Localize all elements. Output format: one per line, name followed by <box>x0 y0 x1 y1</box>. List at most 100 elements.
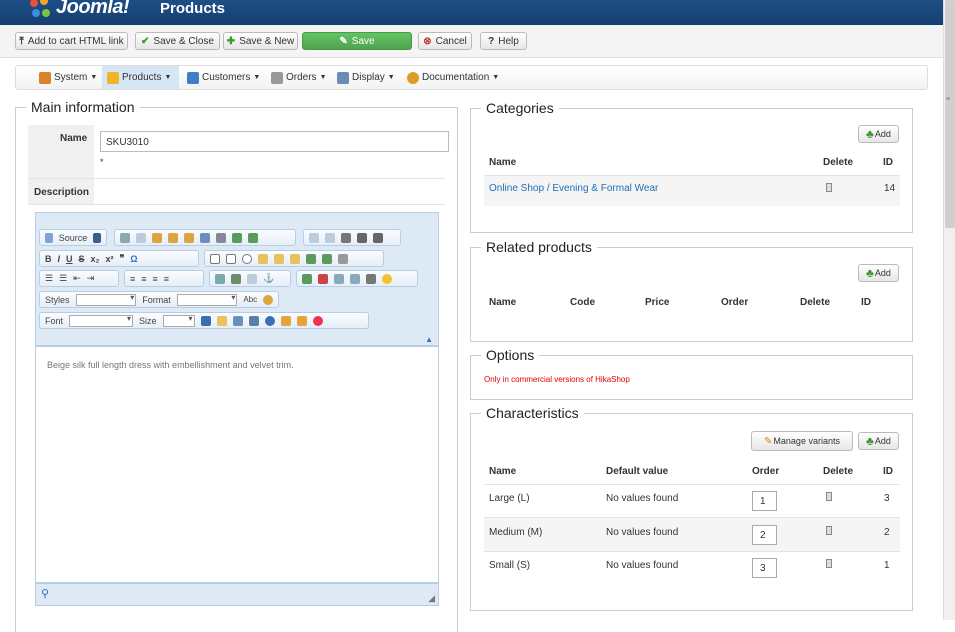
spellcheck-icon[interactable] <box>232 232 242 243</box>
pagebreak-icon[interactable] <box>296 315 307 326</box>
flash-icon[interactable] <box>318 273 328 284</box>
cut-icon[interactable] <box>120 232 130 243</box>
magnifier-icon[interactable]: ⚲ <box>41 587 49 600</box>
format-select[interactable] <box>176 293 238 306</box>
font-select[interactable] <box>69 314 134 327</box>
save-button[interactable]: ✎ Save <box>302 32 412 50</box>
save-new-button[interactable]: ✚ Save & New <box>223 32 298 50</box>
align-center-icon[interactable]: ≡ <box>141 274 146 284</box>
manage-variants-button[interactable]: ✎ Manage variants <box>751 431 853 451</box>
iframe-icon[interactable] <box>350 273 360 284</box>
align-right-icon[interactable]: ≡ <box>153 274 158 284</box>
delete-icon[interactable] <box>826 559 832 568</box>
checkbox-icon[interactable] <box>226 253 236 264</box>
characteristic-order-input[interactable]: 1 <box>752 491 777 511</box>
paste-icon[interactable] <box>152 232 162 243</box>
color-wheel-icon[interactable] <box>312 315 323 326</box>
styles-label: Styles <box>45 294 70 305</box>
styles-select[interactable] <box>75 293 137 306</box>
collapse-toolbar-icon[interactable]: ▲ <box>425 335 433 344</box>
maximize-icon[interactable] <box>232 315 243 326</box>
quote-icon[interactable]: ❞ <box>120 253 125 264</box>
related-add-button[interactable]: ♣ Add <box>858 264 899 282</box>
italic-icon[interactable]: I <box>58 254 61 264</box>
delete-icon[interactable] <box>826 183 832 192</box>
undo-icon[interactable] <box>309 232 319 243</box>
help-button[interactable]: ? Help <box>480 32 527 50</box>
unlink-icon[interactable] <box>247 273 257 284</box>
copy-icon[interactable] <box>136 232 146 243</box>
menu-customers[interactable]: Customers ▼ <box>182 66 265 89</box>
editor-content[interactable]: Beige silk full length dress with embell… <box>35 346 439 583</box>
bg-color-icon[interactable] <box>216 315 227 326</box>
text-color-icon[interactable] <box>200 315 211 326</box>
menu-system[interactable]: System ▼ <box>34 66 102 89</box>
show-blocks-icon[interactable] <box>248 315 259 326</box>
paste-word-icon[interactable] <box>184 232 194 243</box>
outdent-icon[interactable]: ⇤ <box>73 273 81 284</box>
bold-icon[interactable]: B <box>45 254 52 264</box>
bulleted-list-icon[interactable]: ☰ <box>59 273 67 284</box>
find-icon[interactable] <box>357 232 367 243</box>
replace-icon[interactable] <box>373 232 383 243</box>
scrollbar-thumb[interactable] <box>945 0 955 228</box>
categories-add-button[interactable]: ♣ Add <box>858 125 899 143</box>
indent-icon[interactable]: ⇥ <box>87 273 95 284</box>
align-left-icon[interactable]: ≡ <box>130 274 135 284</box>
categories-header-delete: Delete <box>823 157 854 168</box>
image-button-icon[interactable] <box>322 253 332 264</box>
numbered-list-icon[interactable]: ☰ <box>45 273 53 284</box>
menu-products[interactable]: Products ▼ <box>102 66 179 89</box>
scayt-icon[interactable] <box>248 232 258 243</box>
select-icon[interactable] <box>290 253 300 264</box>
characteristics-add-button[interactable]: ♣ Add <box>858 432 899 450</box>
readmore-icon[interactable] <box>280 315 291 326</box>
zoom-icon[interactable] <box>263 294 273 305</box>
size-select[interactable] <box>162 314 195 327</box>
cancel-button[interactable]: ⊗ Cancel <box>418 32 472 50</box>
strike-icon[interactable]: S <box>79 254 85 264</box>
subscript-icon[interactable]: x₂ <box>91 254 100 264</box>
horizontal-rule-icon[interactable] <box>366 273 376 284</box>
hidden-field-icon[interactable] <box>338 253 348 264</box>
delete-icon[interactable] <box>826 492 832 501</box>
textfield-icon[interactable] <box>258 253 268 264</box>
paste-text-icon[interactable] <box>168 232 178 243</box>
anchor-icon[interactable]: ⚓ <box>263 273 274 284</box>
add-to-cart-html-link-button[interactable]: ⤒ Add to cart HTML link <box>15 32 128 50</box>
link-icon[interactable] <box>231 273 241 284</box>
redo-icon[interactable] <box>325 232 335 243</box>
styles-format-group: Styles Format Abc <box>39 291 279 308</box>
name-input[interactable]: SKU3010 <box>100 131 449 152</box>
category-link[interactable]: Online Shop / Evening & Formal Wear <box>489 183 658 194</box>
characteristic-order-input[interactable]: 2 <box>752 525 777 545</box>
smiley-icon[interactable] <box>382 273 392 284</box>
save-close-button[interactable]: ✔ Save & Close <box>135 32 220 50</box>
table-icon[interactable] <box>334 273 344 284</box>
delete-icon[interactable] <box>826 526 832 535</box>
preview-icon[interactable] <box>200 232 210 243</box>
align-justify-icon[interactable]: ≡ <box>164 274 169 284</box>
vertical-scrollbar[interactable]: ≡ <box>943 0 955 620</box>
eraser-icon[interactable] <box>341 232 351 243</box>
superscript-icon[interactable]: x² <box>106 254 114 264</box>
characteristic-name: Large (L) <box>489 493 530 504</box>
image-icon[interactable] <box>215 273 225 284</box>
radio-icon[interactable] <box>242 253 252 264</box>
source-button[interactable]: Source <box>39 229 107 246</box>
underline-icon[interactable]: U <box>66 254 73 264</box>
resize-handle-icon[interactable]: ◢ <box>428 593 435 604</box>
form-icon[interactable] <box>210 253 220 264</box>
characteristic-id: 3 <box>884 493 890 504</box>
menu-display[interactable]: Display ▼ <box>332 66 400 89</box>
special-char-icon[interactable]: Ω <box>130 254 137 264</box>
about-icon[interactable] <box>264 315 275 326</box>
button-icon[interactable] <box>306 253 316 264</box>
menu-orders[interactable]: Orders ▼ <box>266 66 332 89</box>
insert-image-icon[interactable] <box>302 273 312 284</box>
textarea-icon[interactable] <box>274 253 284 264</box>
print-icon[interactable] <box>216 232 226 243</box>
abc-icon[interactable]: Abc <box>243 295 257 304</box>
characteristic-order-input[interactable]: 3 <box>752 558 777 578</box>
menu-documentation[interactable]: Documentation ▼ <box>402 66 504 89</box>
